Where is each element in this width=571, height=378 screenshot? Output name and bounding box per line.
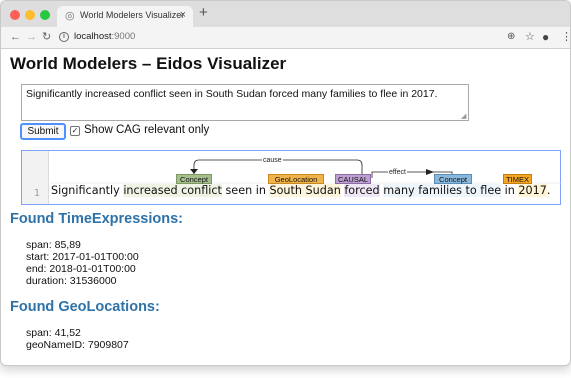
geolocation-label[interactable]: GeoLocation	[268, 174, 324, 184]
sentence-token: Significantly	[51, 184, 124, 197]
highlighted-token[interactable]: increased conflict	[123, 184, 222, 197]
time-start: start: 2017-01-01T00:00	[26, 251, 139, 263]
text-input[interactable]	[21, 84, 469, 121]
forward-arrow-icon[interactable]: →	[26, 30, 37, 44]
url-port: :9000	[111, 31, 136, 42]
address-toolbar: ← → ↻ i localhost:9000 ⊕ ☆ ● ⋮	[1, 27, 570, 49]
annotated-sentence: Significantly increased conflict seen in…	[51, 184, 550, 197]
info-icon[interactable]: i	[59, 32, 69, 42]
geolocations-heading: Found GeoLocations:	[10, 299, 160, 315]
url-host: localhost	[74, 31, 112, 42]
sentence-token: in	[501, 184, 519, 197]
tab-title: World Modelers Visualizer	[80, 10, 185, 20]
highlighted-token[interactable]: forced	[344, 184, 380, 197]
address-bar[interactable]: localhost:9000	[74, 31, 135, 42]
page-title: World Modelers – Eidos Visualizer	[10, 54, 287, 73]
page-content: World Modelers – Eidos Visualizer ◢ Subm…	[1, 49, 570, 365]
new-tab-button[interactable]: +	[199, 5, 208, 21]
cause-arc-label: cause	[262, 157, 283, 165]
globe-icon: ◎	[65, 10, 75, 22]
concept-label-2[interactable]: Concept	[434, 174, 472, 184]
close-tab-icon[interactable]: ×	[180, 9, 186, 21]
causal-label[interactable]: CAUSAL	[335, 174, 371, 184]
geo-nameid: geoNameID: 7909807	[26, 339, 129, 351]
highlighted-token[interactable]: many families to flee	[383, 184, 502, 197]
close-window-button[interactable]	[10, 10, 20, 20]
star-icon[interactable]: ☆	[525, 30, 535, 44]
account-icon[interactable]: ●	[542, 30, 549, 44]
timeexpressions-heading: Found TimeExpressions:	[10, 211, 183, 227]
checkbox-label: Show CAG relevant only	[84, 124, 210, 136]
browser-tab[interactable]: ◎ World Modelers Visualizer ×	[57, 6, 193, 27]
cag-relevant-checkbox[interactable]: ✓	[70, 126, 80, 136]
maximize-window-button[interactable]	[40, 10, 50, 20]
resize-grip-icon[interactable]: ◢	[461, 113, 466, 121]
highlighted-token[interactable]: South Sudan	[269, 184, 341, 197]
sentence-token: seen in	[221, 184, 270, 197]
submit-button[interactable]: Submit	[20, 123, 66, 140]
highlighted-token[interactable]: 2017	[518, 184, 547, 197]
zoom-icon[interactable]: ⊕	[507, 30, 515, 44]
effect-arc-label: effect	[388, 169, 407, 177]
reload-icon[interactable]: ↻	[42, 30, 51, 44]
geo-span: span: 41,52	[26, 327, 81, 339]
time-end: end: 2018-01-01T00:00	[26, 263, 136, 275]
kebab-menu-icon[interactable]: ⋮	[561, 30, 570, 44]
back-arrow-icon[interactable]: ←	[10, 30, 21, 44]
time-duration: duration: 31536000	[26, 275, 117, 287]
annotation-visualization: 1 cause effect Concept GeoLocation CAUSA…	[21, 150, 561, 205]
concept-label[interactable]: Concept	[176, 174, 212, 184]
minimize-window-button[interactable]	[25, 10, 35, 20]
timex-label[interactable]: TIMEX	[503, 174, 532, 184]
time-span: span: 85,89	[26, 239, 81, 251]
browser-window: ◎ World Modelers Visualizer × + ← → ↻ i …	[0, 0, 571, 366]
sentence-token: .	[546, 184, 551, 197]
effect-arrowhead	[426, 169, 434, 175]
tab-strip: ◎ World Modelers Visualizer × +	[1, 1, 570, 27]
